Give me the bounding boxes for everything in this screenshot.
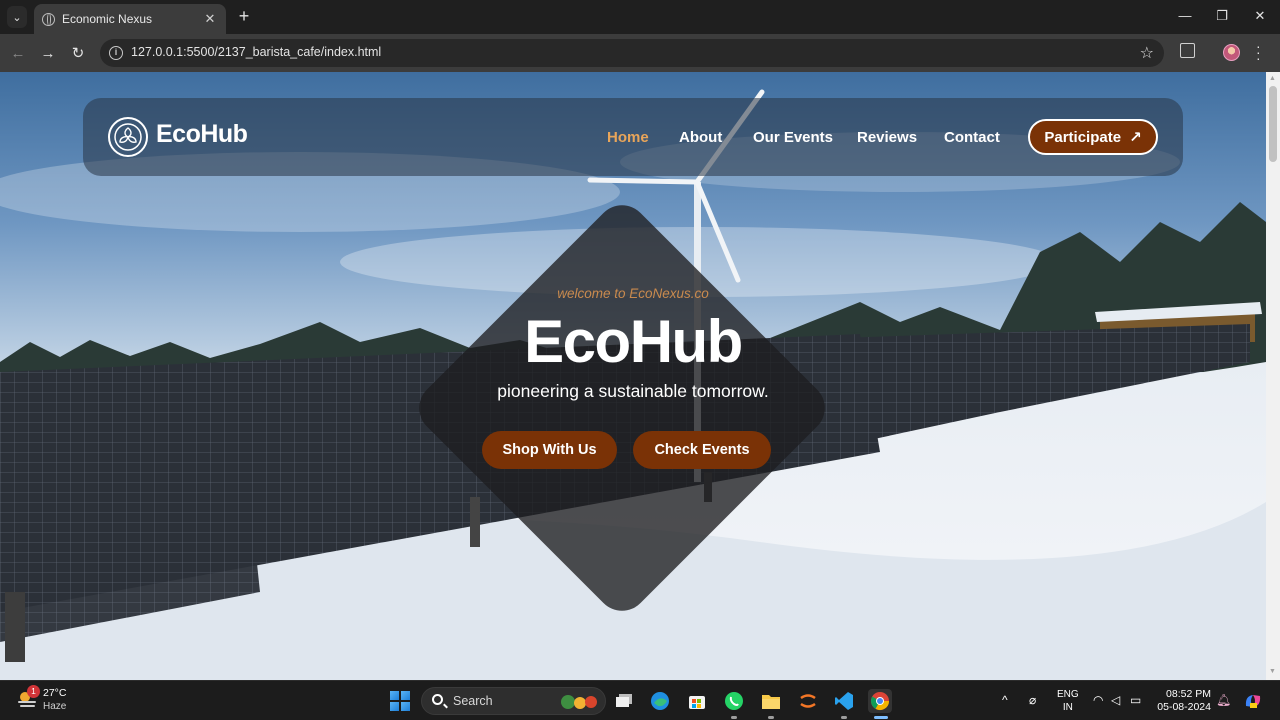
search-icon xyxy=(432,694,443,705)
browser-menu-icon[interactable]: · · · xyxy=(1256,39,1264,65)
scroll-up-arrow-icon[interactable]: ▲ xyxy=(1269,75,1276,82)
nav-link-about[interactable]: About xyxy=(679,129,722,146)
site-info-icon[interactable]: i xyxy=(109,46,123,60)
volume-icon[interactable]: ◁ xyxy=(1111,693,1120,707)
reload-icon[interactable]: ↻ xyxy=(67,42,89,64)
nav-link-our-events[interactable]: Our Events xyxy=(753,129,833,146)
maximize-button[interactable]: ❐ xyxy=(1214,8,1230,24)
address-bar[interactable]: i 127.0.0.1:5500/2137_barista_cafe/index… xyxy=(100,39,1164,67)
task-view-icon[interactable] xyxy=(612,689,636,713)
copilot-icon[interactable] xyxy=(1242,690,1264,712)
chrome-active-indicator xyxy=(874,716,888,719)
search-placeholder: Search xyxy=(453,694,493,708)
minimize-button[interactable]: — xyxy=(1177,8,1193,23)
weather-condition: Haze xyxy=(43,701,67,712)
new-tab-button[interactable]: + xyxy=(234,6,254,28)
nav-link-contact[interactable]: Contact xyxy=(944,129,1000,146)
participate-label: Participate xyxy=(1044,128,1122,146)
close-window-button[interactable]: ✕ xyxy=(1252,8,1268,24)
battery-icon[interactable]: ▭ xyxy=(1130,693,1141,707)
browser-tab[interactable]: Economic Nexus ✕ xyxy=(34,4,226,34)
location-icon[interactable]: ⌀ xyxy=(1029,693,1036,707)
participate-button[interactable]: Participate ↗ xyxy=(1028,119,1158,155)
region-code: IN xyxy=(1062,702,1073,713)
profile-avatar[interactable] xyxy=(1223,44,1240,61)
taskbar-search[interactable]: Search xyxy=(421,687,606,715)
tab-title: Economic Nexus xyxy=(62,12,153,26)
browser-tab-bar: ⌄ Economic Nexus ✕ + — ❐ ✕ xyxy=(0,0,1280,34)
weather-notification-badge: 1 xyxy=(27,685,40,698)
clock-date: 05-08-2024 xyxy=(1157,701,1211,713)
vscode-running-indicator xyxy=(841,716,847,719)
edge-browser-icon[interactable] xyxy=(648,689,672,713)
browser-toolbar: ← → ↻ i 127.0.0.1:5500/2137_barista_cafe… xyxy=(0,34,1280,72)
scroll-down-arrow-icon[interactable]: ▼ xyxy=(1269,668,1276,675)
hero-tagline: pioneering a sustainable tomorrow. xyxy=(497,381,769,401)
hero-welcome-text: welcome to EcoNexus.co xyxy=(557,286,709,301)
leaf-logo-svg xyxy=(114,123,142,151)
whatsapp-icon[interactable] xyxy=(722,689,746,713)
microsoft-store-icon[interactable] xyxy=(685,689,709,713)
search-highlight-icon xyxy=(561,695,597,709)
arrow-up-right-icon: ↗ xyxy=(1129,129,1142,146)
leaf-logo-icon[interactable] xyxy=(108,117,148,157)
back-arrow-icon[interactable]: ← xyxy=(7,42,29,64)
tab-search-button[interactable]: ⌄ xyxy=(7,6,27,28)
vscode-icon[interactable] xyxy=(832,689,856,713)
shop-with-us-button[interactable]: Shop With Us xyxy=(482,431,617,469)
notification-bell-icon[interactable]: 🔔︎ xyxy=(1216,693,1231,707)
explorer-running-indicator xyxy=(768,716,774,719)
file-explorer-icon[interactable] xyxy=(759,689,783,713)
hero-title: EcoHub xyxy=(524,308,743,375)
url-text[interactable]: 127.0.0.1:5500/2137_barista_cafe/index.h… xyxy=(131,45,381,59)
weather-temperature: 27°C xyxy=(43,687,67,699)
forward-arrow-icon[interactable]: → xyxy=(37,42,59,64)
site-navbar: EcoHub Home About Our Events Reviews Con… xyxy=(83,98,1183,176)
windows-taskbar: 1 27°C Haze Search ^ ⌀ ENG IN ◠ ◁ ▭ 08:5… xyxy=(0,680,1280,720)
whatsapp-running-indicator xyxy=(731,716,737,719)
wifi-icon[interactable]: ◠ xyxy=(1093,693,1103,707)
extensions-icon[interactable] xyxy=(1180,43,1195,58)
nav-link-home[interactable]: Home xyxy=(607,129,649,146)
page-viewport: EcoHub Home About Our Events Reviews Con… xyxy=(0,72,1266,680)
jupyter-icon[interactable] xyxy=(796,689,820,713)
windows-start-icon[interactable] xyxy=(390,691,410,711)
brand-name[interactable]: EcoHub xyxy=(156,120,248,149)
language-code: ENG xyxy=(1057,689,1079,700)
scroll-thumb[interactable] xyxy=(1269,86,1277,162)
clock-time: 08:52 PM xyxy=(1166,688,1211,700)
page-scrollbar[interactable]: ▲ ▼ xyxy=(1266,72,1280,680)
chevron-up-icon[interactable]: ^ xyxy=(1002,693,1008,707)
nav-link-reviews[interactable]: Reviews xyxy=(857,129,917,146)
language-indicator[interactable]: ENG IN xyxy=(1057,688,1079,714)
globe-icon xyxy=(42,12,55,26)
bookmark-star-icon[interactable]: ☆ xyxy=(1140,43,1154,63)
clock[interactable]: 08:52 PM 05-08-2024 xyxy=(1155,688,1211,714)
check-events-button[interactable]: Check Events xyxy=(633,431,771,469)
chrome-icon[interactable] xyxy=(868,689,892,713)
tab-close-button[interactable]: ✕ xyxy=(202,11,218,27)
